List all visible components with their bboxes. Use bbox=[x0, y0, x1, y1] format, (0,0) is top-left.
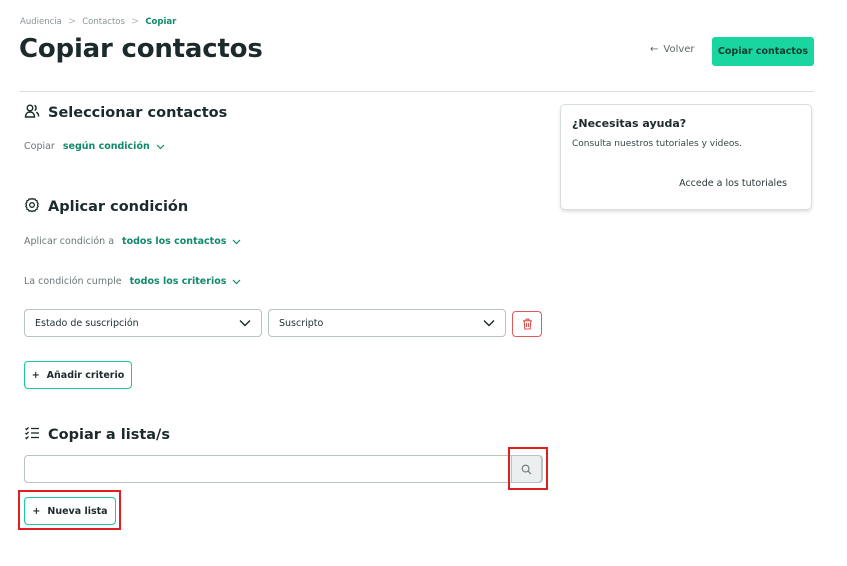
copy-contacts-button[interactable]: Copiar contactos bbox=[712, 37, 814, 66]
highlight-search-button bbox=[508, 447, 548, 490]
highlight-new-list-button bbox=[18, 490, 121, 530]
trash-icon bbox=[522, 318, 532, 330]
chevron-down-icon bbox=[156, 144, 165, 149]
breadcrumb-current: Copiar bbox=[145, 16, 177, 27]
apply-to-row: Aplicar condición a todos los contactos bbox=[24, 236, 241, 247]
header-divider bbox=[20, 91, 814, 92]
apply-to-label: Aplicar condición a bbox=[24, 236, 115, 247]
chevron-down-icon bbox=[232, 239, 241, 244]
breadcrumb-separator: > bbox=[67, 16, 77, 27]
arrow-left-icon: ← bbox=[650, 44, 659, 55]
back-link-label: Volver bbox=[663, 44, 695, 55]
add-criterion-button[interactable]: + Añadir criterio bbox=[24, 361, 132, 389]
select-contacts-title: Seleccionar contactos bbox=[48, 105, 228, 121]
copy-to-lists-title: Copiar a lista/s bbox=[48, 427, 170, 443]
chevron-down-icon bbox=[239, 320, 251, 327]
gear-icon bbox=[24, 197, 40, 217]
breadcrumb-contactos[interactable]: Contactos bbox=[82, 17, 125, 27]
match-label: La condición cumple bbox=[24, 276, 122, 287]
breadcrumb-audiencia[interactable]: Audiencia bbox=[20, 17, 62, 27]
apply-condition-title: Aplicar condición bbox=[48, 199, 189, 215]
copy-mode-row: Copiar según condición bbox=[24, 141, 165, 152]
match-dropdown[interactable]: todos los criterios bbox=[130, 276, 242, 287]
help-text: Consulta nuestros tutoriales y videos. bbox=[572, 139, 742, 149]
copy-mode-value: según condición bbox=[62, 141, 150, 152]
apply-to-value: todos los contactos bbox=[122, 236, 227, 247]
list-search-input[interactable] bbox=[25, 456, 513, 482]
help-card: ¿Necesitas ayuda? Consulta nuestros tuto… bbox=[560, 104, 812, 210]
chevron-down-icon bbox=[483, 320, 495, 327]
breadcrumb-separator: > bbox=[130, 16, 140, 27]
copy-mode-dropdown[interactable]: según condición bbox=[63, 141, 165, 152]
chevron-down-icon bbox=[232, 279, 241, 284]
apply-to-dropdown[interactable]: todos los contactos bbox=[122, 236, 241, 247]
criterion-field-value: Estado de suscripción bbox=[35, 317, 139, 329]
criterion-field-select[interactable]: Estado de suscripción bbox=[24, 309, 262, 337]
select-contacts-heading: Seleccionar contactos bbox=[24, 103, 227, 123]
apply-condition-heading: Aplicar condición bbox=[24, 197, 188, 217]
match-row: La condición cumple todos los criterios bbox=[24, 276, 241, 287]
tutorials-link[interactable]: Accede a los tutoriales bbox=[679, 178, 787, 189]
page-title: Copiar contactos bbox=[19, 34, 263, 64]
help-title: ¿Necesitas ayuda? bbox=[572, 117, 687, 130]
plus-icon: + bbox=[31, 369, 40, 381]
breadcrumb: Audiencia > Contactos > Copiar bbox=[20, 16, 176, 27]
list-search-box bbox=[24, 455, 543, 483]
add-criterion-label: Añadir criterio bbox=[46, 369, 125, 381]
copy-to-lists-heading: Copiar a lista/s bbox=[24, 425, 170, 445]
match-value: todos los criterios bbox=[129, 276, 227, 287]
criterion-status-select[interactable]: Suscripto bbox=[268, 309, 506, 337]
users-icon bbox=[24, 103, 40, 123]
copy-mode-label: Copiar bbox=[24, 141, 55, 152]
checklist-icon bbox=[24, 425, 40, 445]
criterion-status-value: Suscripto bbox=[279, 317, 324, 329]
delete-criterion-button[interactable] bbox=[512, 311, 542, 337]
back-link[interactable]: ← Volver bbox=[650, 44, 695, 55]
